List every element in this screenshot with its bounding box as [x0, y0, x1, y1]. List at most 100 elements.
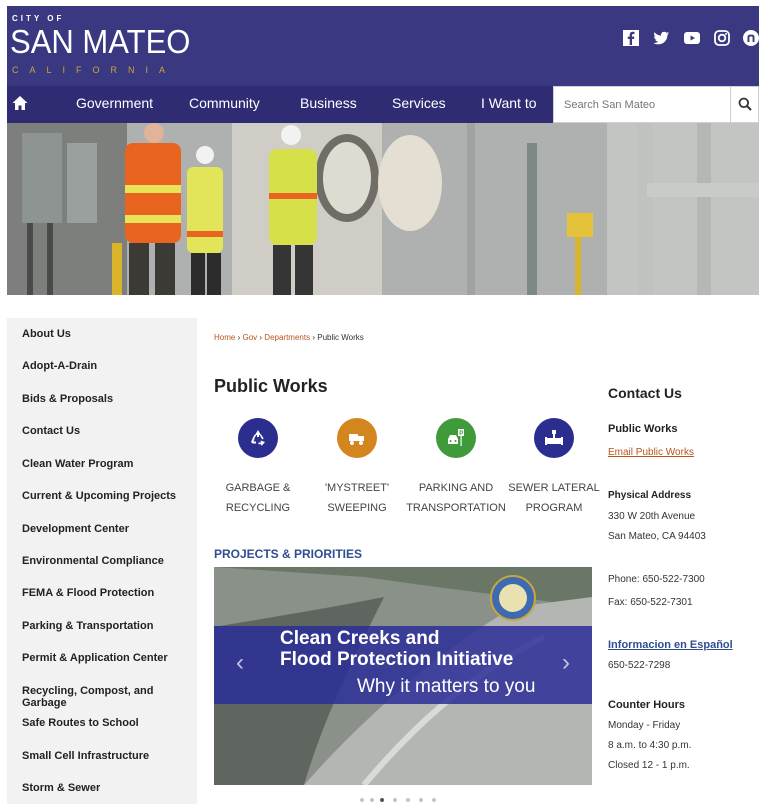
slider-dot[interactable]	[370, 798, 374, 802]
quick-link-line2: Program	[525, 502, 583, 514]
address-line2: San Mateo, CA 94403	[608, 531, 706, 542]
hero-workers-illustration	[7, 123, 759, 295]
sidebar-item-about-us[interactable]: About Us	[22, 328, 71, 340]
quick-link-line2: Sweeping	[327, 502, 387, 514]
breadcrumb-sep: ›	[237, 333, 241, 342]
breadcrumb-sep: ›	[312, 333, 315, 342]
quick-link-circle	[337, 418, 377, 458]
quick-link-circle	[534, 418, 574, 458]
projects-slider[interactable]: Clean Creeks and Flood Protection Initia…	[214, 567, 592, 785]
slider-next-icon[interactable]: ›	[562, 649, 570, 677]
quick-link-parking[interactable]: P Parking and Transportation	[404, 418, 508, 518]
spanish-phone: 650-522-7298	[608, 660, 671, 671]
slider-dot-active[interactable]	[380, 798, 384, 802]
sidebar-item-development[interactable]: Development Center	[22, 523, 129, 535]
quick-link-label: Garbage & Recycling	[206, 478, 310, 518]
search-box	[553, 86, 759, 123]
nav-business[interactable]: Business	[300, 95, 357, 111]
slide-banner: Clean Creeks and Flood Protection Initia…	[214, 626, 592, 704]
sidebar-item-fema[interactable]: FEMA & Flood Protection	[22, 587, 154, 599]
home-icon[interactable]	[11, 94, 29, 112]
quick-link-line2: Transportation	[406, 502, 506, 514]
nextdoor-icon[interactable]	[741, 28, 759, 48]
facebook-icon[interactable]	[621, 28, 641, 48]
instagram-icon[interactable]	[712, 28, 732, 48]
slide-title-line2: Flood Protection Initiative	[280, 649, 514, 670]
slider-prev-icon[interactable]: ‹	[236, 649, 244, 677]
contact-heading: Contact Us	[608, 385, 682, 401]
quick-link-label: 'MyStreet' Sweeping	[305, 478, 409, 518]
hero-photo	[7, 123, 759, 295]
sidebar-item-environmental[interactable]: Environmental Compliance	[22, 555, 164, 567]
recycle-icon	[251, 430, 265, 446]
slide-title: Clean Creeks and Flood Protection Initia…	[280, 628, 513, 670]
sidebar-item-safe-routes[interactable]: Safe Routes to School	[22, 717, 139, 729]
youtube-icon[interactable]	[682, 28, 702, 48]
projects-heading: PROJECTS & PRIORITIES	[214, 547, 363, 561]
quick-link-line2: Recycling	[225, 502, 291, 514]
quick-link-label: Sewer Lateral Program	[502, 478, 606, 518]
hours-time: 8 a.m. to 4:30 p.m.	[608, 740, 692, 751]
slider-dot[interactable]	[393, 798, 397, 802]
email-public-works-link[interactable]: Email Public Works	[608, 447, 694, 458]
sidebar-item-bids-proposals[interactable]: Bids & Proposals	[22, 393, 113, 405]
logo-state-text: CALIFORNIA	[12, 65, 177, 75]
quick-link-sewer[interactable]: Sewer Lateral Program	[502, 418, 606, 518]
address-label: Physical Address	[608, 490, 692, 501]
hours-closed: Closed 12 - 1 p.m.	[608, 760, 690, 771]
sidebar-item-permit[interactable]: Permit & Application Center	[22, 652, 168, 664]
contact-dept: Public Works	[608, 423, 678, 435]
phone-text: Phone: 650-522-7300	[608, 574, 705, 585]
quick-link-sweeping[interactable]: 'MyStreet' Sweeping	[305, 418, 409, 518]
sidebar-item-clean-water[interactable]: Clean Water Program	[22, 458, 133, 470]
breadcrumb-gov[interactable]: Gov	[242, 333, 257, 342]
logo-name-text[interactable]: SAN MATEO	[10, 23, 190, 61]
sidebar-nav: About Us Adopt-A-Drain Bids & Proposals …	[7, 318, 197, 804]
main-nav: Government Community Business Services I…	[7, 86, 759, 123]
twitter-icon[interactable]	[651, 28, 671, 48]
search-icon	[738, 97, 752, 111]
quick-link-label: Parking and Transportation	[404, 478, 508, 518]
parking-car-icon: P	[448, 429, 464, 446]
slider-dots	[360, 796, 460, 804]
address-line1: 330 W 20th Avenue	[608, 511, 696, 522]
nav-community[interactable]: Community	[189, 95, 260, 111]
search-input[interactable]	[554, 87, 730, 122]
sidebar-item-storm-sewer[interactable]: Storm & Sewer	[22, 782, 100, 794]
page: CITY OF SAN MATEO CALIFORNIA Government …	[0, 0, 759, 804]
quick-link-line1: Sewer Lateral	[508, 482, 600, 494]
slider-dot[interactable]	[406, 798, 410, 802]
site-header: CITY OF SAN MATEO CALIFORNIA	[7, 6, 759, 86]
nav-i-want-to[interactable]: I Want to	[481, 95, 537, 111]
slider-dot[interactable]	[360, 798, 364, 802]
quick-link-circle: P	[436, 418, 476, 458]
quick-link-line1: Parking and	[418, 482, 494, 494]
quick-link-garbage[interactable]: Garbage & Recycling	[206, 418, 310, 518]
nav-services[interactable]: Services	[392, 95, 446, 111]
page-title: Public Works	[214, 376, 328, 396]
breadcrumb: Home › Gov › Departments › Public Works	[214, 333, 364, 342]
sidebar-item-parking[interactable]: Parking & Transportation	[22, 620, 153, 632]
breadcrumb-current: Public Works	[317, 333, 364, 342]
sidebar-item-small-cell[interactable]: Small Cell Infrastructure	[22, 750, 149, 762]
search-button[interactable]	[730, 87, 758, 122]
slider-dot[interactable]	[432, 798, 436, 802]
sidebar-item-projects[interactable]: Current & Upcoming Projects	[22, 490, 176, 502]
sidebar-item-recycling[interactable]: Recycling, Compost, and Garbage	[22, 685, 197, 709]
hours-label: Counter Hours	[608, 699, 685, 711]
spanish-info-link[interactable]: Informacion en Español	[608, 639, 733, 651]
nav-government[interactable]: Government	[76, 95, 153, 111]
quick-link-line1: Garbage &	[225, 482, 291, 494]
sidebar-item-adopt-a-drain[interactable]: Adopt-A-Drain	[22, 360, 97, 372]
slide-subtitle: Why it matters to you	[357, 676, 536, 697]
breadcrumb-departments[interactable]: Departments	[264, 333, 310, 342]
quick-link-circle	[238, 418, 278, 458]
slide-title-line1: Clean Creeks and	[280, 628, 440, 649]
breadcrumb-home[interactable]: Home	[214, 333, 235, 342]
slider-dot[interactable]	[419, 798, 423, 802]
logo-city-text: CITY OF	[12, 14, 65, 23]
sidebar-item-contact-us[interactable]: Contact Us	[22, 425, 80, 437]
quick-link-line1: 'MyStreet'	[324, 482, 390, 494]
hours-days: Monday - Friday	[608, 720, 681, 731]
seal-center	[499, 584, 527, 612]
